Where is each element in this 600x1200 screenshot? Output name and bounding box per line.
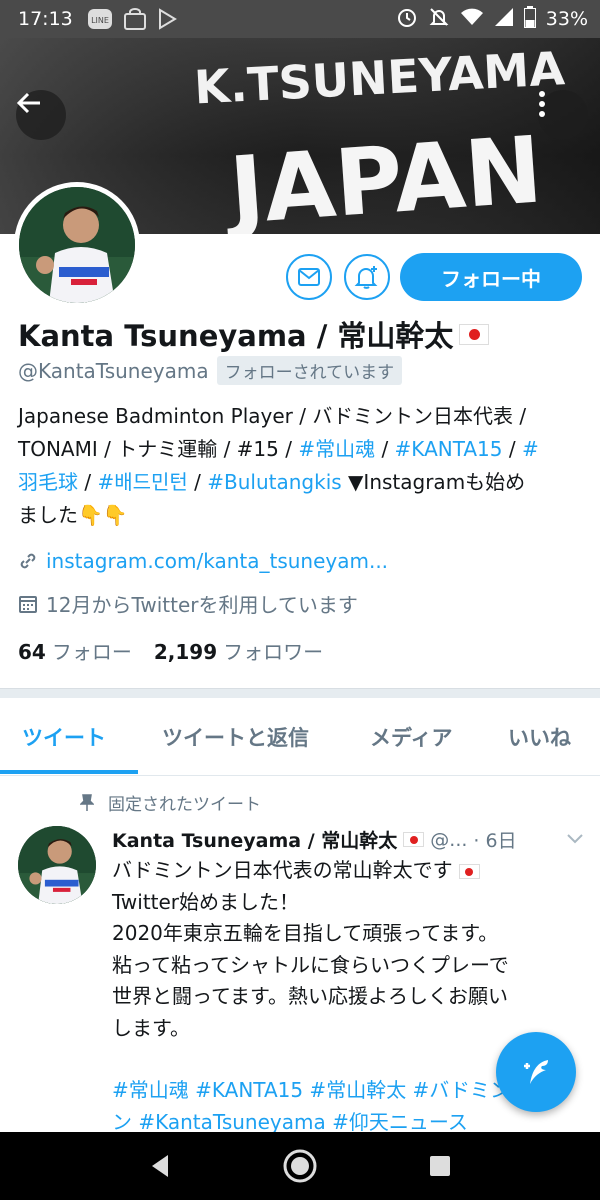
bio-text: ▼Instagramも始め — [341, 470, 526, 494]
follows-you-badge: フォローされています — [216, 356, 403, 385]
tweet-line: 世界と闘ってます。熱い応援よろしくお願い — [112, 984, 508, 1008]
tweet-options-button[interactable] — [566, 830, 584, 849]
website-row: instagram.com/kanta_tsuneyam... — [18, 549, 388, 573]
pinned-label: 固定されたツイート — [108, 795, 261, 815]
bio-line: ました👇👇 — [18, 503, 128, 527]
hashtag-link[interactable]: #常山魂 — [298, 437, 375, 461]
japan-flag-icon — [403, 832, 425, 847]
bio-line: TONAMI / トナミ運輸 / #15 / #常山魂 / #KANTA15 /… — [18, 433, 588, 466]
compose-feather-icon — [524, 1060, 548, 1084]
display-name: Kanta Tsuneyama / 常山幹太 — [18, 313, 490, 355]
mute-icon — [428, 6, 450, 33]
bio-separator: / — [78, 470, 98, 494]
chevron-down-icon — [567, 834, 583, 844]
back-triangle-icon — [152, 1155, 168, 1177]
active-tab-indicator — [0, 770, 138, 774]
pin-icon — [80, 793, 94, 811]
notification-button[interactable] — [344, 254, 390, 300]
bio-text: TONAMI / トナミ運輸 / #15 / — [18, 437, 299, 461]
nav-home-button[interactable] — [270, 1136, 330, 1196]
tab-likes[interactable]: いいね — [508, 698, 571, 775]
following-stat[interactable]: 64 フォロー — [18, 636, 132, 665]
avatar-image — [19, 187, 135, 303]
hashtag-link[interactable]: #배드민턴 — [97, 470, 187, 494]
envelope-icon — [298, 268, 320, 286]
following-button[interactable]: フォロー中 — [400, 253, 582, 301]
bio-separator: / — [502, 437, 522, 461]
back-button[interactable] — [16, 90, 66, 140]
hashtag-link[interactable]: # — [522, 437, 539, 461]
japan-flag-icon — [458, 864, 480, 879]
tweet-author-avatar[interactable] — [18, 826, 96, 904]
tab-tweets-and-replies[interactable]: ツイートと返信 — [162, 698, 309, 775]
shopping-bag-icon — [123, 8, 147, 30]
display-name-text: Kanta Tsuneyama / 常山幹太 — [18, 319, 454, 353]
profile-avatar[interactable] — [14, 182, 140, 308]
system-nav-bar — [0, 1132, 600, 1200]
wifi-icon — [460, 7, 484, 32]
hashtag-link[interactable]: #Bulutangkis — [207, 470, 341, 494]
battery-percent: 33% — [545, 8, 588, 30]
calendar-icon — [19, 595, 37, 613]
svg-text:LINE: LINE — [91, 16, 109, 25]
bio-separator: / — [187, 470, 208, 494]
tweet-text: バドミントン日本代表の常山幹太です — [112, 858, 453, 882]
tweet-line: 2020年東京五輪を目指して頑張ってます。 — [112, 921, 499, 945]
recents-square-icon — [430, 1156, 450, 1176]
battery-icon — [523, 5, 536, 33]
message-button[interactable] — [286, 254, 332, 300]
japan-flag-icon — [459, 323, 490, 345]
compose-tweet-button[interactable] — [496, 1032, 576, 1112]
tweet-header: Kanta Tsuneyama / 常山幹太 @... · 6日 — [112, 826, 517, 853]
nav-back-button[interactable] — [130, 1136, 190, 1196]
tweet-line: Twitter始めました！ — [112, 889, 300, 914]
link-icon — [20, 553, 36, 569]
handle-row: @KantaTsuneyama フォローされています — [18, 356, 403, 385]
followers-label: フォロワー — [223, 640, 324, 664]
status-bar: 17:13 LINE 33% — [0, 0, 600, 38]
section-divider — [0, 688, 600, 698]
profile-bio: Japanese Badminton Player / バドミントン日本代表 /… — [18, 400, 588, 532]
tweet-author-name[interactable]: Kanta Tsuneyama / 常山幹太 — [112, 826, 397, 853]
alarm-icon — [396, 6, 418, 33]
hashtag-link[interactable]: #KANTA15 — [395, 437, 503, 461]
clock: 17:13 — [18, 8, 73, 30]
nav-recents-button[interactable] — [410, 1136, 470, 1196]
bell-plus-icon — [354, 266, 378, 289]
profile-tabs: ツイート ツイートと返信 メディア いいね — [0, 698, 600, 776]
pinned-label-row: 固定されたツイート — [80, 790, 261, 815]
home-circle-icon — [283, 1149, 317, 1183]
user-handle: @KantaTsuneyama — [18, 358, 209, 383]
followers-count: 2,199 — [153, 640, 218, 664]
tweet-line: バドミントン日本代表の常山幹太です — [112, 855, 582, 887]
website-link[interactable]: instagram.com/kanta_tsuneyam... — [46, 549, 388, 573]
joined-date: 12月からTwitterを利用しています — [46, 593, 358, 617]
more-vertical-icon — [539, 91, 545, 117]
bio-separator: / — [375, 437, 395, 461]
signal-icon — [494, 7, 514, 32]
joined-row: 12月からTwitterを利用しています — [18, 589, 358, 618]
play-store-icon — [157, 8, 177, 30]
back-arrow-icon — [16, 92, 40, 114]
tab-tweets[interactable]: ツイート — [22, 698, 106, 775]
tweet-author-handle: @... — [430, 828, 468, 851]
tweet-date: · 6日 — [473, 830, 517, 852]
bio-line: Japanese Badminton Player / バドミントン日本代表 / — [18, 404, 527, 428]
followers-stat[interactable]: 2,199 フォロワー — [154, 636, 323, 665]
follow-stats: 64 フォロー 2,199 フォロワー — [18, 636, 323, 665]
more-options-button[interactable] — [538, 90, 588, 140]
bio-line: 羽毛球 / #배드민턴 / #Bulutangkis ▼Instagramも始め — [18, 466, 588, 499]
hashtag-link[interactable]: 羽毛球 — [18, 470, 78, 494]
tweet-line: 粘って粘ってシャトルに食らいつくプレーで — [112, 952, 509, 977]
following-count: 64 — [18, 640, 46, 664]
following-label: フォロー — [51, 640, 132, 664]
tab-media[interactable]: メディア — [370, 698, 453, 775]
line-icon: LINE — [87, 8, 113, 30]
